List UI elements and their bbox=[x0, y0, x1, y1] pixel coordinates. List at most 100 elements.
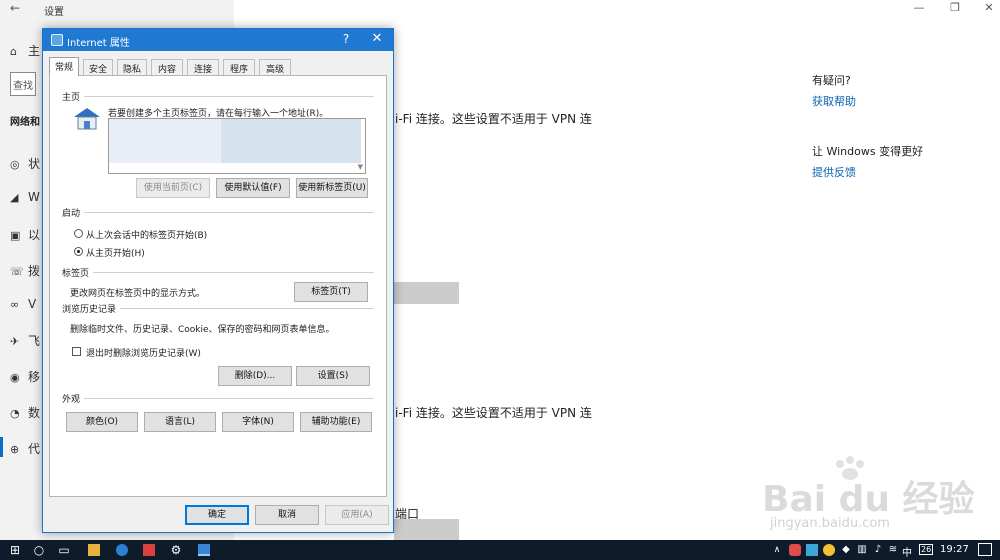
close-icon[interactable]: ✕ bbox=[982, 1, 996, 14]
nav-item-status[interactable]: ◎ 状 bbox=[10, 155, 40, 172]
nav-item-wifi[interactable]: ◢ W bbox=[10, 190, 40, 204]
internet-options-taskbar-icon[interactable] bbox=[198, 544, 210, 556]
startup-option-last-session[interactable]: 从上次会话中的标签页开始(B) bbox=[86, 228, 207, 241]
airplane-icon: ✈ bbox=[10, 335, 20, 348]
help-icon[interactable]: ? bbox=[339, 32, 353, 46]
shield-icon[interactable]: ◆ bbox=[839, 543, 853, 557]
taskbar: ⊞ ○ ▭ ⚙ ∧ ◆ ▥ ♪ ≋ 中 26 19:27 bbox=[0, 540, 1000, 560]
dialup-icon: ☏ bbox=[10, 265, 24, 278]
network-icon[interactable]: ▥ bbox=[855, 543, 869, 557]
tabs-description: 更改网页在标签页中的显示方式。 bbox=[70, 289, 206, 299]
accessibility-button[interactable]: 辅助功能(E) bbox=[300, 412, 372, 432]
colors-button[interactable]: 颜色(O) bbox=[66, 412, 138, 432]
ethernet-icon: ▣ bbox=[10, 229, 21, 242]
tabs-group-label: 标签页 bbox=[62, 266, 94, 279]
homepage-address-input[interactable]: ▼ bbox=[108, 118, 366, 174]
nav-item-vpn[interactable]: ∞ V bbox=[10, 297, 36, 311]
watermark-url: jingyan.baidu.com bbox=[770, 516, 890, 531]
startup-option-homepage[interactable]: 从主页开始(H) bbox=[86, 246, 145, 259]
scroll-down-icon[interactable]: ▼ bbox=[358, 163, 363, 171]
tab-connections[interactable]: 连接 bbox=[187, 59, 219, 75]
help-link[interactable]: 获取帮助 bbox=[812, 93, 856, 109]
startup-last-session-radio[interactable] bbox=[74, 229, 83, 238]
apply-button[interactable]: 应用(A) bbox=[325, 505, 389, 525]
settings-titlebar: ← 设置 — ❐ ✕ bbox=[0, 0, 1000, 18]
proxy-description-2: i-Fi 连接。这些设置不适用于 VPN 连 bbox=[395, 406, 592, 420]
nav-label: 状 bbox=[28, 157, 41, 171]
tray-app-icon[interactable] bbox=[806, 544, 818, 556]
delete-button[interactable]: 删除(D)... bbox=[218, 366, 292, 386]
nav-label: W bbox=[28, 190, 40, 204]
tabs-button[interactable]: 标签页(T) bbox=[294, 282, 368, 302]
restore-icon[interactable]: ❐ bbox=[948, 1, 962, 14]
nav-label: 移 bbox=[28, 370, 41, 384]
nav-item-dialup[interactable]: ☏ 拨 bbox=[10, 262, 40, 279]
active-indicator bbox=[0, 437, 3, 457]
use-current-button[interactable]: 使用当前页(C) bbox=[136, 178, 210, 198]
settings-title: 设置 bbox=[44, 7, 64, 18]
homepage-group-label: 主页 bbox=[62, 90, 85, 103]
gray-control-1[interactable] bbox=[394, 282, 459, 304]
search-input[interactable]: 查找 bbox=[10, 72, 36, 96]
wifi-tray-icon[interactable]: ≋ bbox=[886, 543, 900, 557]
cancel-button[interactable]: 取消 bbox=[255, 505, 319, 525]
tray-app-icon[interactable] bbox=[823, 544, 835, 556]
use-default-button[interactable]: 使用默认值(F) bbox=[216, 178, 290, 198]
feedback-title: 让 Windows 变得更好 bbox=[812, 145, 924, 158]
startup-homepage-radio[interactable] bbox=[74, 247, 83, 256]
tray-app-icon[interactable] bbox=[789, 544, 801, 556]
redacted-address bbox=[221, 119, 361, 163]
chevron-up-icon[interactable]: ∧ bbox=[770, 543, 784, 557]
wifi-icon: ◢ bbox=[10, 191, 19, 204]
divider bbox=[62, 272, 374, 273]
tab-programs[interactable]: 程序 bbox=[223, 59, 255, 75]
back-arrow-icon[interactable]: ← bbox=[10, 1, 20, 15]
history-group-label: 浏览历史记录 bbox=[62, 302, 121, 315]
start-windows-icon[interactable]: ⊞ bbox=[8, 543, 22, 557]
browser-icon[interactable] bbox=[116, 544, 128, 556]
gear-icon[interactable]: ⚙ bbox=[169, 543, 183, 557]
nav-item-proxy[interactable]: ⊕ 代 bbox=[10, 440, 40, 457]
nav-label: 飞 bbox=[28, 334, 41, 348]
use-new-tab-button[interactable]: 使用新标签页(U) bbox=[296, 178, 368, 198]
nav-item-hotspot[interactable]: ◉ 移 bbox=[10, 368, 40, 385]
close-icon[interactable]: ✕ bbox=[369, 31, 385, 46]
minimize-icon[interactable]: — bbox=[912, 1, 926, 14]
volume-icon[interactable]: ♪ bbox=[871, 543, 885, 557]
ime-indicator[interactable]: 中 bbox=[902, 544, 912, 559]
startup-group-label: 启动 bbox=[62, 206, 85, 219]
badge-counter[interactable]: 26 bbox=[919, 544, 934, 555]
vpn-icon: ∞ bbox=[10, 298, 20, 311]
ok-button[interactable]: 确定 bbox=[185, 505, 249, 525]
baidu-watermark: Bai du 经验 jingyan.baidu.com bbox=[762, 456, 975, 538]
tab-general[interactable]: 常规 bbox=[49, 57, 79, 76]
fonts-button[interactable]: 字体(N) bbox=[222, 412, 294, 432]
nav-home[interactable]: ⌂ 主 bbox=[10, 42, 40, 59]
internet-options-icon bbox=[51, 34, 63, 46]
delete-on-exit-checkbox[interactable] bbox=[72, 347, 81, 356]
proxy-description-1: i-Fi 连接。这些设置不适用于 VPN 连 bbox=[395, 112, 592, 126]
notification-icon[interactable] bbox=[978, 543, 992, 556]
tab-advanced[interactable]: 高级 bbox=[259, 59, 291, 75]
feedback-link[interactable]: 提供反馈 bbox=[812, 164, 856, 180]
tab-content[interactable]: 内容 bbox=[151, 59, 183, 75]
nav-item-ethernet[interactable]: ▣ 以 bbox=[10, 226, 40, 243]
gray-control-2[interactable] bbox=[394, 519, 459, 540]
nav-item-data-usage[interactable]: ◔ 数 bbox=[10, 404, 40, 421]
appearance-group-label: 外观 bbox=[62, 392, 85, 405]
languages-button[interactable]: 语言(L) bbox=[144, 412, 216, 432]
search-circle-icon[interactable]: ○ bbox=[32, 543, 46, 557]
clock[interactable]: 19:27 bbox=[940, 544, 969, 555]
nav-item-airplane[interactable]: ✈ 飞 bbox=[10, 332, 40, 349]
dialog-title: Internet 属性 bbox=[67, 38, 130, 49]
tab-security[interactable]: 安全 bbox=[83, 59, 113, 75]
task-view-icon[interactable]: ▭ bbox=[57, 543, 71, 557]
settings-button[interactable]: 设置(S) bbox=[296, 366, 370, 386]
internet-properties-dialog: Internet 属性 ? ✕ 常规 安全 隐私 内容 连接 程序 高级 主页 … bbox=[42, 28, 394, 533]
app-icon[interactable] bbox=[143, 544, 155, 556]
nav-label: V bbox=[28, 297, 37, 311]
tab-privacy[interactable]: 隐私 bbox=[117, 59, 147, 75]
history-description: 删除临时文件、历史记录、Cookie、保存的密码和网页表单信息。 bbox=[70, 325, 335, 335]
delete-on-exit-label[interactable]: 退出时删除浏览历史记录(W) bbox=[86, 346, 201, 359]
file-explorer-icon[interactable] bbox=[88, 544, 100, 556]
